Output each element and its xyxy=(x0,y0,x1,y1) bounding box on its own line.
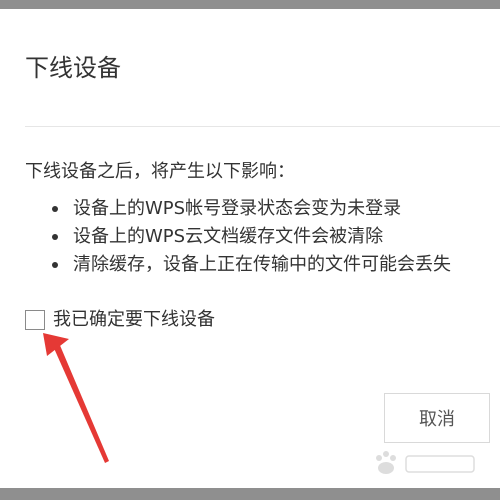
divider xyxy=(25,126,500,127)
impact-item-text: 清除缓存，设备上正在传输中的文件可能会丢失 xyxy=(73,254,451,275)
offline-device-dialog: 下线设备 下线设备之后，将产生以下影响： 设备上的WPS帐号登录状态会变为未登录… xyxy=(0,9,500,488)
impact-item: 清除缓存，设备上正在传输中的文件可能会丢失 xyxy=(50,251,451,279)
confirm-checkbox[interactable] xyxy=(25,310,45,330)
baidu-watermark-icon xyxy=(376,451,475,474)
bullet-icon xyxy=(52,234,58,240)
dialog-title: 下线设备 xyxy=(25,54,121,82)
impact-item-text: 设备上的WPS帐号登录状态会变为未登录 xyxy=(73,198,402,219)
impact-item: 设备上的WPS云文档缓存文件会被清除 xyxy=(50,223,451,251)
screen: 下线设备 下线设备之后，将产生以下影响： 设备上的WPS帐号登录状态会变为未登录… xyxy=(0,0,500,500)
impact-item-text: 设备上的WPS云文档缓存文件会被清除 xyxy=(73,226,384,247)
confirm-row[interactable]: 我已确定要下线设备 xyxy=(25,308,215,332)
confirm-label[interactable]: 我已确定要下线设备 xyxy=(53,308,215,332)
impact-list: 设备上的WPS帐号登录状态会变为未登录 设备上的WPS云文档缓存文件会被清除 清… xyxy=(50,195,451,279)
impact-item: 设备上的WPS帐号登录状态会变为未登录 xyxy=(50,195,451,223)
bullet-icon xyxy=(52,206,58,212)
cancel-button[interactable]: 取消 xyxy=(384,393,490,443)
impact-intro: 下线设备之后，将产生以下影响： xyxy=(25,161,295,182)
bullet-icon xyxy=(52,262,58,268)
